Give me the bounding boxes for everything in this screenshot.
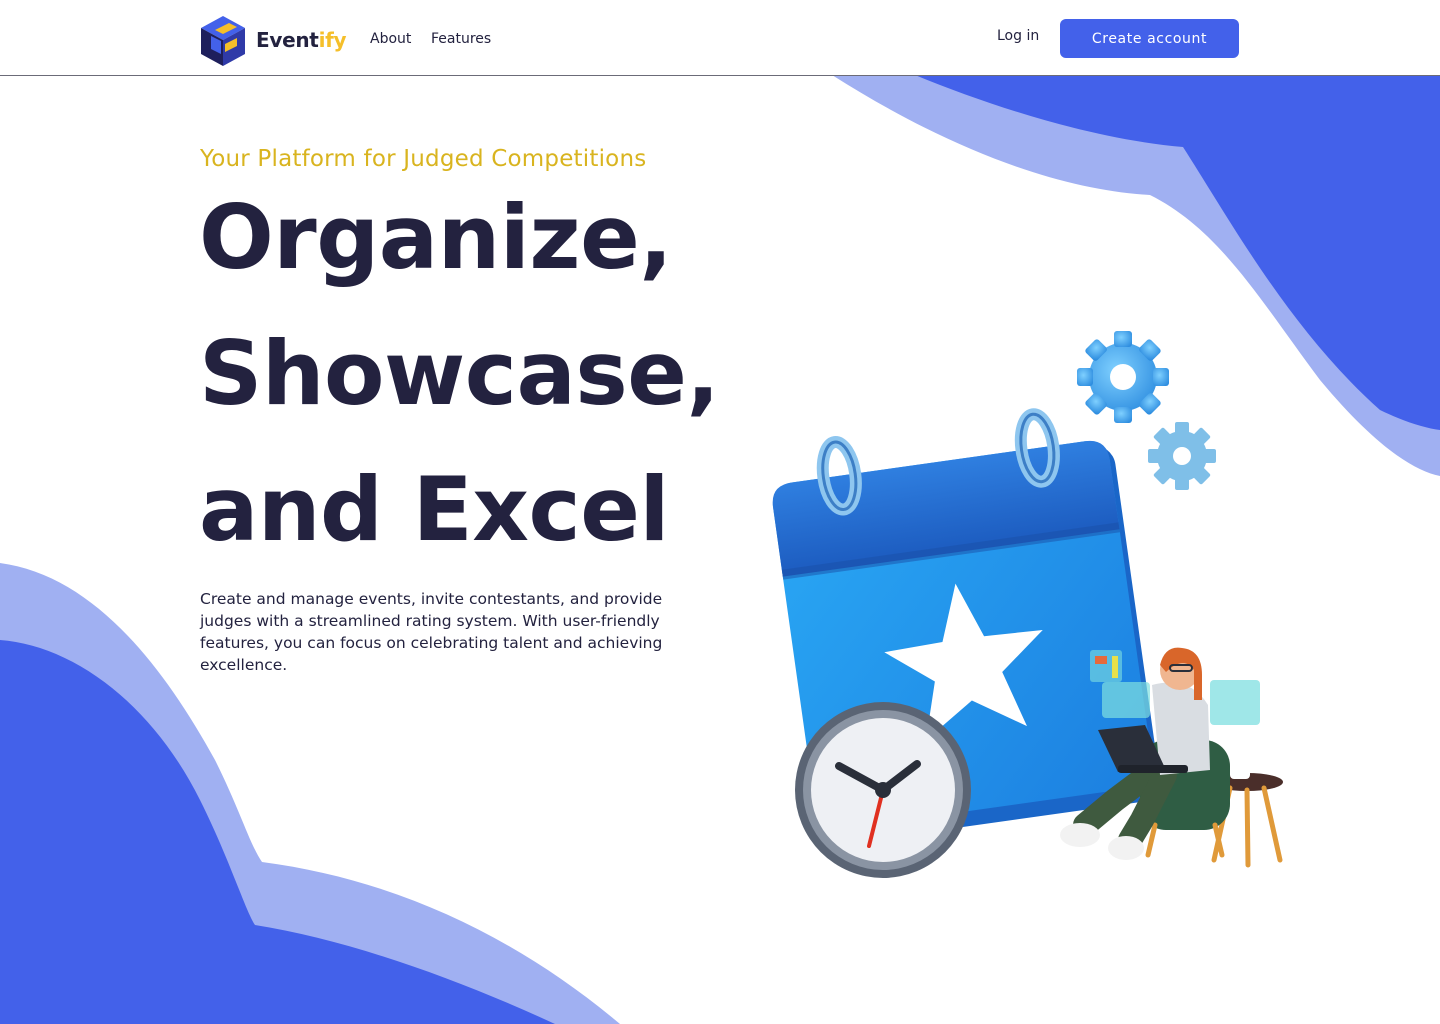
login-link[interactable]: Log in [997,28,1039,44]
create-account-button[interactable]: Create account [1060,19,1239,58]
headline-line-2: Showcase, [199,322,720,425]
gear-small-icon [1148,422,1216,490]
nav-link-about[interactable]: About [370,31,411,47]
gear-large-icon [1077,331,1169,423]
headline-line-1: Organize, [199,186,673,289]
cube-logo-icon[interactable] [199,14,247,68]
brand-name-part2: ify [318,28,347,52]
brand-name[interactable]: Eventify [256,28,347,52]
calendar-clock-person-illustration [772,331,1283,878]
hero-tagline: Your Platform for Judged Competitions [200,146,647,172]
nav-link-features[interactable]: Features [431,31,491,47]
top-navbar: Eventify About Features Log in Create ac… [0,0,1440,76]
hero-headline: Organize, Showcase, and Excel [199,170,839,578]
brand-name-part1: Event [256,28,319,52]
headline-line-3: and Excel [199,458,670,561]
clock-icon [795,702,971,878]
hero-description: Create and manage events, invite contest… [200,590,663,674]
